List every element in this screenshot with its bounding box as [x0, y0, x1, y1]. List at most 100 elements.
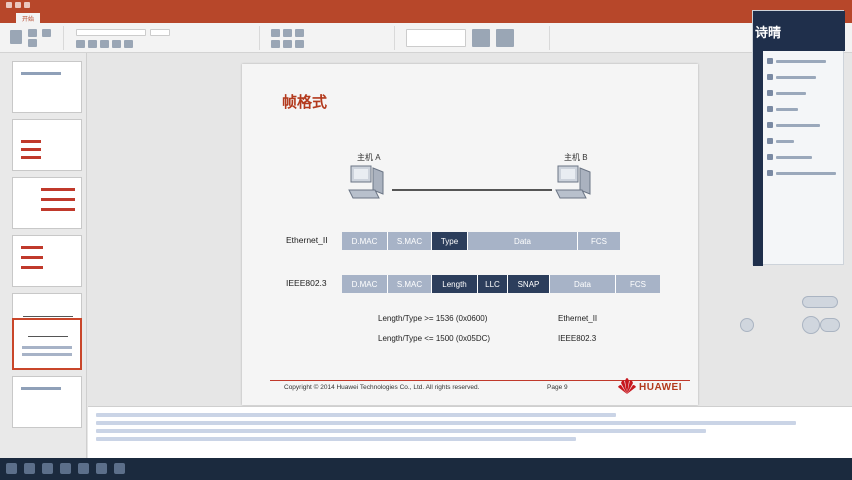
chat-message[interactable] — [767, 137, 837, 147]
chat-message[interactable] — [767, 57, 837, 67]
chat-header: 诗晴 — [753, 11, 845, 51]
slide-thumbnail[interactable] — [12, 376, 82, 428]
huawei-logo-text: HUAWEI — [639, 382, 682, 393]
tab-insert[interactable] — [40, 13, 52, 23]
taskbar-app-icon[interactable] — [78, 463, 89, 474]
floating-action-button[interactable] — [802, 296, 838, 308]
bullets-icon[interactable] — [271, 29, 280, 37]
indent-icon[interactable] — [295, 29, 304, 37]
taskbar-app-icon[interactable] — [60, 463, 71, 474]
network-link-line — [392, 189, 552, 191]
font-color-icon[interactable] — [124, 40, 133, 48]
align-right-icon[interactable] — [295, 40, 304, 48]
tab-slideshow[interactable] — [88, 13, 100, 23]
floating-tool-icon[interactable] — [820, 318, 840, 332]
copy-icon[interactable] — [28, 39, 37, 47]
align-left-icon[interactable] — [271, 40, 280, 48]
chat-message[interactable] — [767, 105, 837, 115]
italic-icon[interactable] — [88, 40, 97, 48]
taskbar-app-icon[interactable] — [42, 463, 53, 474]
arrange-icon[interactable] — [472, 29, 490, 47]
tab-file[interactable] — [4, 13, 16, 23]
ethernet-ii-frame: D.MAC S.MAC Type Data FCS — [342, 232, 620, 250]
ieee8023-frame: D.MAC S.MAC Length LLC SNAP Data FCS — [342, 275, 660, 293]
taskbar-app-icon[interactable] — [24, 463, 35, 474]
notes-text-line — [96, 437, 576, 441]
ieee8023-label: IEEE802.3 — [286, 278, 327, 288]
chat-sidebar — [753, 51, 763, 266]
slide-thumbnail[interactable] — [12, 119, 82, 171]
taskbar — [0, 458, 852, 480]
host-b-label: 主机 B — [564, 153, 588, 162]
chat-message[interactable] — [767, 153, 837, 163]
notes-text-line — [96, 429, 706, 433]
slide-thumbnail[interactable] — [12, 61, 82, 113]
tab-review[interactable] — [100, 13, 112, 23]
field-smac: S.MAC — [388, 275, 432, 293]
quick-access-toolbar[interactable] — [6, 2, 36, 9]
computer-icon — [555, 165, 591, 199]
strikethrough-icon[interactable] — [112, 40, 121, 48]
start-icon[interactable] — [6, 463, 17, 474]
notes-text-line — [96, 413, 616, 417]
slide-thumbnail[interactable] — [12, 235, 82, 287]
cut-icon[interactable] — [28, 29, 37, 37]
tab-animations[interactable] — [76, 13, 88, 23]
field-length: Length — [432, 275, 478, 293]
font-family-select[interactable] — [76, 29, 146, 36]
slide-canvas[interactable]: 帧格式 主机 A 主机 B Ethernet_II D.MAC S.MAC Ty… — [242, 64, 698, 405]
slide-thumbnail-pane[interactable] — [0, 53, 87, 458]
ribbon-group-paragraph — [265, 26, 395, 50]
ribbon-group-clipboard — [4, 26, 64, 50]
taskbar-app-icon[interactable] — [96, 463, 107, 474]
numbering-icon[interactable] — [283, 29, 292, 37]
floating-tool-icon[interactable] — [740, 318, 754, 332]
tab-design[interactable] — [52, 13, 64, 23]
huawei-logo-icon — [618, 378, 636, 394]
floating-tool-icon[interactable] — [802, 316, 820, 334]
page-number: Page 9 — [547, 384, 568, 391]
field-dmac: D.MAC — [342, 275, 388, 293]
computer-icon — [348, 165, 384, 199]
field-fcs: FCS — [578, 232, 620, 250]
bold-icon[interactable] — [76, 40, 85, 48]
field-type: Type — [432, 232, 468, 250]
copyright-text: Copyright © 2014 Huawei Technologies Co.… — [284, 384, 480, 391]
taskbar-app-icon[interactable] — [114, 463, 125, 474]
underline-icon[interactable] — [100, 40, 109, 48]
field-fcs: FCS — [616, 275, 660, 293]
quick-styles-icon[interactable] — [496, 29, 514, 47]
ribbon-group-drawing — [400, 26, 550, 50]
notes-pane[interactable] — [88, 406, 852, 458]
title-bar — [0, 0, 852, 12]
field-smac: S.MAC — [388, 232, 432, 250]
field-data: Data — [550, 275, 616, 293]
ribbon — [0, 23, 852, 53]
field-data: Data — [468, 232, 578, 250]
paste-icon[interactable] — [10, 30, 22, 44]
tab-transitions[interactable] — [64, 13, 76, 23]
ribbon-group-font — [70, 26, 260, 50]
align-center-icon[interactable] — [283, 40, 292, 48]
tab-home[interactable]: 开始 — [16, 13, 41, 23]
format-painter-icon[interactable] — [42, 29, 51, 37]
field-dmac: D.MAC — [342, 232, 388, 250]
chat-message[interactable] — [767, 169, 837, 179]
rule-1-result: Ethernet_II — [558, 314, 598, 323]
slide-title: 帧格式 — [282, 93, 328, 111]
huawei-logo: HUAWEI — [617, 377, 687, 397]
notes-text-line — [96, 421, 796, 425]
field-snap: SNAP — [508, 275, 550, 293]
chat-message[interactable] — [767, 89, 837, 99]
font-size-select[interactable] — [150, 29, 170, 36]
chat-watermark: 诗晴 — [755, 25, 782, 40]
tab-view[interactable] — [112, 13, 124, 23]
slide-thumbnail[interactable] — [12, 177, 82, 229]
chat-overlay-window[interactable]: 诗晴 — [752, 10, 845, 266]
slide-thumbnail-selected[interactable] — [12, 318, 82, 370]
chat-message[interactable] — [767, 73, 837, 83]
shapes-gallery[interactable] — [406, 29, 466, 47]
chat-message[interactable] — [767, 121, 837, 131]
rule-2-result: IEEE802.3 — [558, 334, 597, 343]
ribbon-tabs: 开始 — [0, 12, 852, 23]
